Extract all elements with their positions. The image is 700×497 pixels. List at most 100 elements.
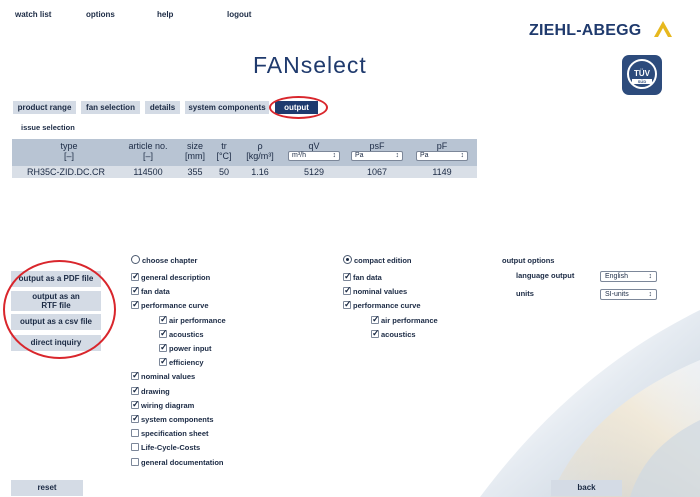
chapter-checkbox[interactable] [131,429,139,438]
col-type: type [–] [60,141,78,161]
chapter-label: power input [169,344,212,353]
tuv-label: TÜV [634,69,650,78]
tuv-badge: TÜV SÜD [622,55,662,95]
cell-pf: 1149 [432,167,452,177]
tuv-sub-label: SÜD [632,79,652,84]
tab-system-components[interactable]: system components [185,101,269,114]
chapter-label: nominal values [141,372,196,382]
chapter-item[interactable]: air performance [159,314,226,326]
section-label: issue selection [21,123,75,132]
compact-checkbox[interactable] [343,285,352,296]
col-density: ρ [kg/m³] [246,141,274,161]
col-size: size [mm] [185,141,205,161]
chapter-item[interactable]: system components [131,413,214,425]
chapter-checkbox[interactable] [131,457,139,466]
chapter-label: system components [141,415,214,424]
reset-button[interactable]: reset [11,480,83,496]
chapter-label: Life-Cycle-Costs [141,443,201,453]
compact-item[interactable]: performance curve [343,299,421,311]
chapter-item[interactable]: power input [159,342,212,354]
compact-item[interactable]: nominal values [343,285,408,297]
choose-chapter-option[interactable]: choose chapter [131,255,197,265]
chapter-checkbox[interactable] [159,342,168,352]
tuv-seal: TÜV SÜD [627,59,657,89]
chapter-item[interactable]: nominal values [131,370,196,382]
compact-item[interactable]: air performance [371,314,438,326]
compact-edition-option[interactable]: compact edition [343,255,412,265]
chapter-checkbox[interactable] [131,370,140,381]
units-select[interactable]: SI-units ↕ [600,289,657,300]
chapter-checkbox[interactable] [131,285,140,296]
menu-help[interactable]: help [157,10,173,19]
chapter-item[interactable]: drawing [131,385,170,397]
tab-fan-selection[interactable]: fan selection [81,101,140,114]
output-buttons-highlight [3,260,116,359]
col-psf: psF Pa ↕ [347,141,407,161]
chapter-label: acoustics [169,329,204,339]
chapter-label: drawing [141,386,170,396]
back-button[interactable]: back [551,480,622,496]
compact-checkbox[interactable] [371,328,380,338]
chapter-label: fan data [141,287,170,297]
language-select[interactable]: English ↕ [600,271,657,282]
compact-checkbox[interactable] [343,299,352,310]
qv-unit-select[interactable]: m³/h ↕ [288,151,340,161]
chapter-item[interactable]: general documentation [131,457,224,468]
choose-chapter-radio[interactable] [131,255,140,264]
menu-logout[interactable]: logout [227,10,251,19]
chapter-item[interactable]: performance curve [131,299,209,311]
chapter-checkbox[interactable] [131,271,140,281]
language-select-arrow-icon: ↕ [648,273,653,280]
chapter-label: general documentation [141,457,224,467]
cell-size: 355 [187,167,203,177]
chapter-item[interactable]: fan data [131,285,170,297]
compact-checkbox[interactable] [343,271,352,281]
compact-label: fan data [353,273,382,282]
chapter-label: air performance [169,315,226,325]
compact-checkbox[interactable] [371,314,380,324]
compact-label: nominal values [353,287,408,297]
chapter-item[interactable]: Life-Cycle-Costs [131,443,200,453]
chapter-item[interactable]: efficiency [159,356,204,368]
chapter-checkbox[interactable] [159,314,168,324]
chapter-checkbox[interactable] [131,413,140,423]
compact-item[interactable]: acoustics [371,328,416,340]
cell-qv: 5129 [303,167,325,177]
col-qv: qV m³/h ↕ [284,141,344,161]
language-output-label: language output [516,271,575,280]
chapter-item[interactable]: general description [131,271,211,283]
chapter-label: performance curve [141,301,209,311]
chapter-checkbox[interactable] [131,443,139,452]
compact-label: acoustics [381,329,416,339]
compact-edition-radio[interactable] [343,255,352,264]
pf-unit-select[interactable]: Pa ↕ [416,151,468,161]
chapter-label: efficiency [169,358,204,368]
output-tab-highlight [269,96,328,119]
psf-unit-select[interactable]: Pa ↕ [351,151,403,161]
cell-density: 1.16 [251,167,269,177]
cell-psf: 1067 [366,167,388,177]
chapter-checkbox[interactable] [131,299,140,310]
menu-options[interactable]: options [86,10,115,19]
menu-watch-list[interactable]: watch list [15,10,51,19]
col-article-no: article no. [–] [128,141,168,161]
logo-arrow-icon [654,21,672,37]
chapter-item[interactable]: wiring diagram [131,399,194,411]
chapter-item[interactable]: specification sheet [131,429,209,439]
col-pf: pF Pa ↕ [412,141,472,161]
chapter-checkbox[interactable] [159,356,168,367]
brand-logo: ZIEHL-ABEGG [529,22,642,39]
pf-unit-arrow-icon: ↕ [460,152,465,159]
chapter-item[interactable]: acoustics [159,328,204,340]
chapter-checkbox[interactable] [159,328,168,338]
app-title: FANselect [253,52,367,78]
chapter-label: general description [141,273,211,282]
units-select-arrow-icon: ↕ [648,291,653,298]
tab-details[interactable]: details [145,101,180,114]
compact-label: air performance [381,315,438,325]
compact-item[interactable]: fan data [343,271,382,283]
cell-tr: 50 [218,167,229,177]
tab-product-range[interactable]: product range [13,101,76,114]
chapter-checkbox[interactable] [131,385,140,395]
chapter-checkbox[interactable] [131,399,140,409]
